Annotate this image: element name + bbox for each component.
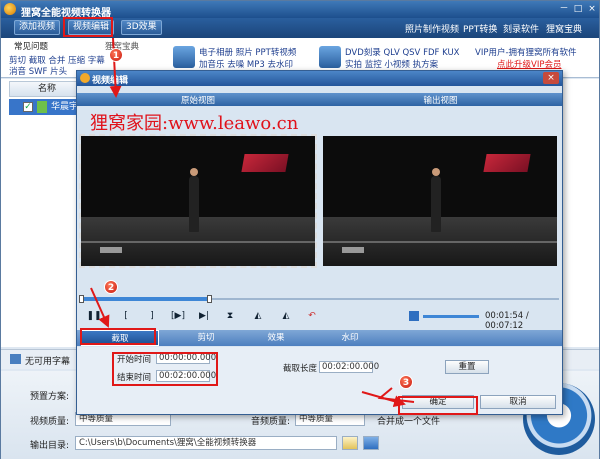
file-name: 华晨宇 [51, 102, 79, 112]
video-file-icon [37, 101, 47, 113]
tab-watermark[interactable]: 水印 [311, 330, 389, 346]
preset-label: 预置方案: [30, 392, 70, 402]
dialog-title: 视频编辑 [92, 76, 129, 86]
highlight-video-edit [63, 17, 113, 37]
timeline-start-handle[interactable] [79, 295, 84, 303]
tab-crop[interactable]: 剪切 [167, 330, 245, 346]
app-logo-icon [4, 3, 16, 15]
site-watermark: 狸窝家园:www.leawo.cn [90, 113, 299, 134]
pause-button[interactable]: ❚❚ [85, 309, 103, 323]
mark-out-icon[interactable]: ◭ [277, 309, 295, 323]
volume-icon[interactable] [409, 311, 419, 321]
ad-dvd-line1[interactable]: DVD刻录 QLV QSV FDF KUX [345, 46, 460, 58]
callout-1: 1 [109, 48, 123, 62]
video-quality-label: 视频质量: [30, 417, 70, 427]
ppt-convert-link[interactable]: PPT转换 [463, 22, 497, 35]
file-checkbox[interactable]: ✓ [23, 102, 33, 112]
original-video-preview[interactable] [79, 134, 317, 268]
highlight-time-fields [112, 352, 218, 386]
time-readout: 00:01:54 / 00:07:12 [485, 311, 529, 331]
cancel-button[interactable]: 取消 [480, 395, 556, 409]
original-view-label: 原始视图 [180, 96, 215, 106]
dialog-close-button[interactable]: × [543, 72, 559, 84]
ad-dvd-line2[interactable]: 实拍 监控 小视频 执方案 [345, 58, 438, 70]
tab-effects[interactable]: 效果 [237, 330, 315, 346]
clip-length-label: 截取长度 [283, 364, 318, 374]
maximize-button[interactable]: □ [571, 4, 585, 15]
callout-3: 3 [399, 375, 413, 389]
faq-link[interactable]: 常见问题 [14, 40, 48, 52]
timeline-end-handle[interactable] [207, 295, 213, 303]
hourglass-icon[interactable]: ⧗ [221, 309, 239, 323]
play-selection-button[interactable]: [▶] [169, 309, 187, 323]
ad-photo-line2[interactable]: 加音乐 去噪 MP3 去水印 [199, 58, 293, 70]
output-dir-label: 输出目录: [30, 441, 70, 451]
vip-upgrade-link[interactable]: 点此升级VIP会员 [497, 58, 561, 70]
output-video-preview [323, 136, 557, 266]
set-end-button[interactable]: ] [143, 309, 161, 323]
main-title-bar: 狸窝全能视频转换器 － □ × [1, 1, 599, 19]
close-button[interactable]: × [585, 4, 599, 15]
3d-effects-button[interactable]: 3D效果 [121, 20, 162, 35]
photo-album-icon [173, 46, 195, 68]
photo-video-link[interactable]: 照片制作视频 [405, 22, 459, 35]
burn-software-link[interactable]: 刻录软件 [503, 22, 539, 35]
next-frame-button[interactable]: ▶| [195, 309, 213, 323]
dvd-burn-icon [319, 46, 341, 68]
output-dir-field[interactable]: C:\Users\b\Documents\狸窝\全能视频转换器 [75, 436, 337, 450]
audio-quality-label: 音频质量: [251, 417, 291, 427]
clip-length-field: 00:02:00.000 [319, 361, 379, 373]
view-header: 原始视图 输出视图 [77, 93, 562, 106]
subtitle-dropdown[interactable]: 无可用字幕 [25, 354, 70, 367]
leawo-guide-link[interactable]: 狸窝宝典 [546, 22, 582, 35]
set-start-button[interactable]: [ [117, 309, 135, 323]
open-folder-icon[interactable] [363, 436, 379, 450]
highlight-ok-button [398, 396, 478, 415]
playback-controls: ❚❚ [ ] [▶] ▶| ⧗ ◭ ◭ ↶ 00:01:54 / 00:07:1… [77, 309, 562, 331]
browse-folder-icon[interactable] [342, 436, 358, 450]
dialog-title-bar: 视频编辑 × [77, 71, 562, 86]
volume-slider[interactable] [423, 315, 479, 318]
reset-button[interactable]: 重置 [445, 360, 489, 374]
ad-photo-line1[interactable]: 电子相册 照片 PPT转视频 [199, 46, 296, 58]
undo-icon[interactable]: ↶ [303, 309, 321, 323]
mark-in-icon[interactable]: ◭ [249, 309, 267, 323]
output-view-label: 输出视图 [423, 96, 458, 106]
add-video-button[interactable]: 添加视频 [14, 20, 61, 35]
dialog-app-icon [80, 73, 90, 83]
minimize-button[interactable]: － [557, 4, 571, 15]
timeline-slider[interactable] [79, 295, 559, 303]
edit-tools-line2[interactable]: 消音 SWF 片头 [9, 65, 67, 77]
callout-2: 2 [104, 280, 118, 294]
vip-info-text: VIP用户-拥有狸窝所有软件 [475, 48, 577, 58]
subtitle-icon [10, 354, 21, 364]
highlight-trim-tab [80, 328, 156, 345]
merge-checkbox-label[interactable]: 合并成一个文件 [377, 414, 440, 427]
